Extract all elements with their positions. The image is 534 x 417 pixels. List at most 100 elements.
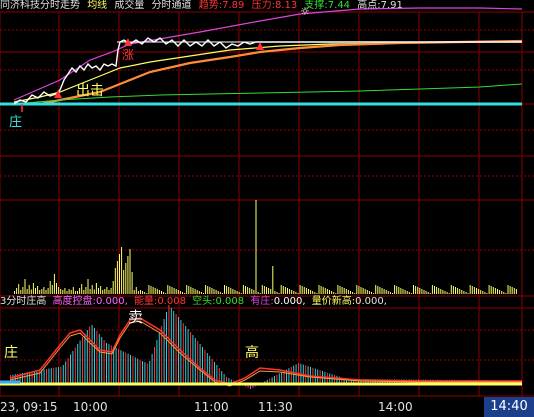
indicator-bar [178,317,179,383]
indicator-bar [168,305,170,383]
indicator-bar [307,366,309,383]
ind-zhuang-label: 有庄: [250,296,274,307]
indicator-bar [271,377,273,383]
indicator-bar [209,356,211,383]
indicator-bar [192,335,194,383]
indicator-bar [70,354,71,383]
indicator-bar [122,351,124,383]
indicator-bar [89,326,91,383]
indicator-bar [58,367,59,383]
indicator-bar [154,347,155,383]
pressure-label: 压力: [251,0,275,11]
time-label-1400: 14:00 [378,400,413,414]
indicator-bar [72,351,74,383]
indicator-bar [144,362,146,383]
indicator-bar [276,374,278,383]
indicator-bar [101,337,103,383]
ind-energy-label: 能量: [133,296,158,307]
indicator-bar [50,368,52,383]
indicator-bar [34,371,35,383]
indicator-bar [108,344,110,383]
indicator-bar [103,340,105,383]
indicator-bar [77,344,79,383]
indicator-bar [305,365,307,383]
indicator-pane[interactable] [0,0,534,400]
indicator-bar [125,352,127,383]
marker-zhuang-top: 庄 [9,115,23,130]
intraday-chart-window[interactable]: 同济科技分时走势 均线 成交量 分时通道 趋势:7.89 压力:8.13 支撑:… [0,0,534,417]
tab-avg-line[interactable]: 均线 [87,0,107,11]
tab-volume[interactable]: 成交量 [114,0,144,11]
indicator-bar [118,349,119,383]
indicator-bar [170,308,172,383]
indicator-bar [199,344,201,383]
ind-newhigh-value: 0.000, [355,296,387,307]
ind-zhuang-value: 0.000, [273,296,306,307]
indicator-bar [204,350,206,383]
trend-value: 7.89 [222,0,245,11]
indicator-bar [130,355,131,383]
ind-control-value: 0.000, [95,296,128,307]
indicator-bar [197,341,199,383]
indicator-bar [281,372,283,383]
indicator-bar [302,364,304,383]
indicator-bar [79,340,81,383]
indicator-bar [96,331,98,383]
indicator-bar [226,377,227,383]
ind-newhigh-label: 量价新高: [311,296,356,307]
indicator-bar [67,358,69,383]
indicator-bar [106,343,107,383]
indicator-bar [163,319,165,383]
indicator-header: 3分时庄高 高度控盘:0.000, 能量:0.008 空头:0.008 有庄:0… [0,296,390,308]
time-label-1100: 11:00 [194,400,229,414]
pressure-value: 8.13 [274,0,298,11]
indicator-bar [48,368,50,383]
indicator-bar [60,366,62,383]
time-label-1000: 10:00 [73,400,108,414]
indicator-bar [74,347,76,383]
chart-title: 同济科技分时走势 [0,0,80,11]
indicator-bar [206,353,208,383]
indicator-bar [166,312,167,383]
ind-energy-value: 0.008 [157,296,186,307]
indicator-bar [120,350,122,383]
indicator-bar [127,353,129,383]
marker-mai: 卖 [128,308,144,326]
indicator-bar [98,334,100,383]
ind-short-value: 0.008 [215,296,245,307]
indicator-bar [151,354,153,383]
indicator-bar [38,370,40,383]
indicator-bar [274,376,275,383]
indicator-bar [65,361,67,383]
indicator-bar [149,361,151,383]
indicator-bar [310,367,311,383]
indicator-bar [146,363,148,383]
high-value: 7.91 [380,0,403,11]
indicator-bar [269,378,271,383]
indicator-bar [278,373,280,383]
indicator-bar [228,378,230,383]
indicator-bar [158,333,160,383]
indicator-bar [84,333,86,383]
marker-chuji: 出击 [76,83,104,99]
indicator-bar [202,347,203,383]
high-label: 高点: [357,0,381,11]
indicator-bar [94,328,95,383]
indicator-bar [36,370,38,383]
time-label-1130: 11:30 [258,400,293,414]
indicator-bar [82,337,83,383]
ind-control-label: 高度控盘: [52,296,96,307]
indicator-bar [55,367,57,383]
indicator-bar [91,325,93,383]
indicator-bar [288,368,290,383]
current-time-box: 14:40 [484,397,534,417]
indicator-bar [312,367,314,383]
tab-channel[interactable]: 分时通道 [152,0,192,11]
indicator-bar [230,379,232,383]
indicator-bar [46,369,47,383]
indicator-bar [43,369,45,383]
indicator-bar [115,347,117,383]
support-value: 7.44 [327,0,351,11]
sun-icon: ☼ [300,5,310,18]
indicator-bar [142,361,143,383]
